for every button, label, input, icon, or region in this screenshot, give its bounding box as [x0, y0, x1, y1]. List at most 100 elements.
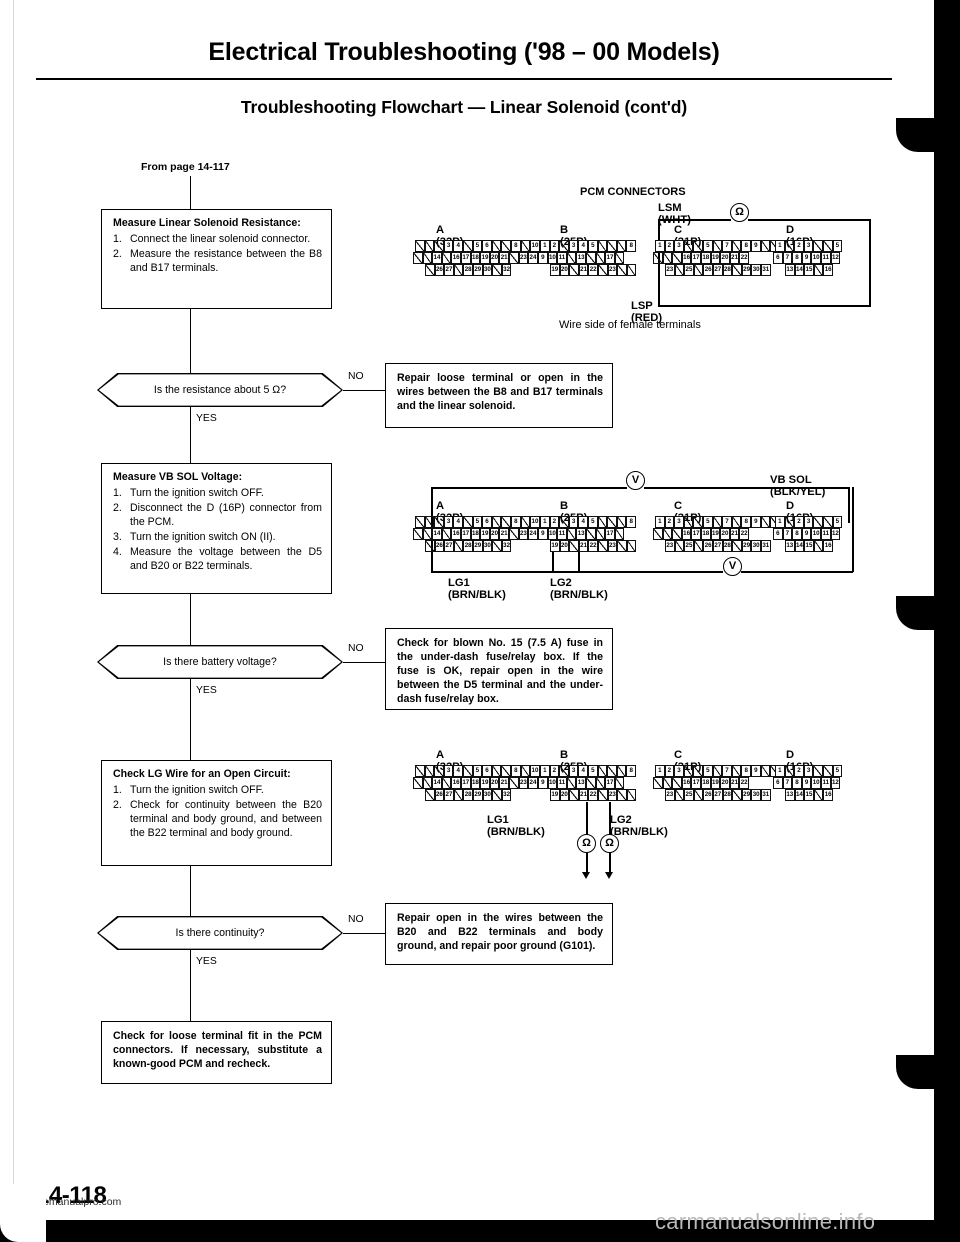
step-item: 1. Turn the ignition switch OFF.: [113, 783, 322, 797]
measurement-wire: [658, 305, 870, 307]
pin-cell: 9: [801, 252, 812, 264]
flow-connector-no: [343, 390, 385, 392]
pin-cell: 1: [540, 765, 550, 777]
pin-cell: 10: [530, 516, 540, 528]
pin-cell: 24: [528, 528, 538, 540]
pin-cell: 20: [559, 540, 570, 552]
pin-cell-blank: [463, 765, 473, 777]
pin-cell: 18: [701, 252, 711, 264]
step-item: 2. Disconnect the D (16P) connector from …: [113, 501, 322, 529]
pin-cell-blank: [674, 789, 685, 801]
pin-cell: 4: [453, 516, 463, 528]
pin-cell: 11: [821, 777, 831, 789]
flow-connector: [190, 950, 192, 1021]
pin-cell: 16: [681, 777, 692, 789]
pin-cell-blank: [672, 528, 682, 540]
pin-cell-blank: [422, 777, 433, 789]
pin-cell-blank: [653, 252, 663, 264]
pin-cell-blank: [617, 540, 627, 552]
step-item: 3. Turn the ignition switch ON (II).: [113, 530, 322, 544]
pin-cell: 30: [482, 540, 493, 552]
pin-cell-blank: [760, 516, 771, 528]
pin-cell: 17: [461, 252, 471, 264]
pin-cell: 23: [518, 777, 529, 789]
pin-cell: 22: [739, 528, 749, 540]
pin-cell-blank: [595, 777, 606, 789]
step-item-number: 2.: [113, 501, 122, 514]
measurement-wire: [431, 487, 627, 489]
pin-cell: 14: [794, 789, 805, 801]
pin-cell-blank: [586, 252, 596, 264]
pin-cell-blank: [732, 264, 742, 276]
pin-cell: 27: [713, 264, 723, 276]
pin-cell: 26: [434, 264, 445, 276]
pin-cell: 28: [463, 264, 473, 276]
lg1-label: LG1 (BRN/BLK): [487, 814, 545, 838]
pin-cell: 7: [782, 777, 793, 789]
pin-cell: 9: [538, 777, 548, 789]
pin-cell: 28: [722, 540, 733, 552]
pin-cell-blank: [674, 264, 685, 276]
page-edge-left: [0, 0, 14, 1242]
pin-cell: 1: [540, 516, 550, 528]
pin-cell: 8: [792, 528, 802, 540]
pin-cell-blank: [693, 264, 704, 276]
pin-cell: 26: [434, 540, 445, 552]
pin-cell: 22: [588, 540, 598, 552]
pin-cell-blank: [693, 540, 704, 552]
pin-cell: 10: [547, 528, 558, 540]
step-item-text: Turn the ignition switch ON (II).: [130, 530, 276, 543]
pin-cell: 4: [578, 516, 588, 528]
pin-cell-blank: [434, 516, 444, 528]
wire-side-caption: Wire side of female terminals: [559, 319, 701, 331]
pin-cell: 21: [729, 252, 740, 264]
header-divider: [36, 78, 892, 80]
pin-cell-blank: [813, 789, 824, 801]
pin-cell-blank: [492, 540, 502, 552]
pin-cell: 11: [557, 528, 567, 540]
pin-cell-blank: [653, 777, 663, 789]
pin-cell: 15: [804, 264, 814, 276]
pin-cell: 1: [775, 240, 785, 252]
lg1-label: LG1 (BRN/BLK): [448, 577, 506, 601]
pin-cell: 19: [480, 252, 490, 264]
pin-cell: 5: [832, 765, 843, 777]
ohmmeter-icon: Ω: [577, 834, 596, 853]
flow-connector: [190, 309, 192, 373]
page-header: Electrical Troubleshooting ('98 – 00 Mod…: [36, 38, 892, 118]
result-text: Check for loose terminal fit in the PCM …: [113, 1030, 322, 1071]
pin-cell-blank: [731, 516, 742, 528]
pin-cell-blank: [422, 252, 433, 264]
flow-connector: [190, 866, 192, 916]
pin-cell-blank: [501, 765, 511, 777]
pin-cell: 16: [681, 252, 692, 264]
pin-cell-blank: [501, 516, 511, 528]
pin-cell: 3: [803, 516, 814, 528]
lg2-label: LG2 (BRN/BLK): [610, 814, 668, 838]
pin-cell: 29: [741, 540, 752, 552]
pin-cell-blank: [422, 528, 433, 540]
pin-cell: 6: [482, 765, 492, 777]
pin-cell-blank: [598, 540, 608, 552]
pin-cell: 19: [480, 777, 490, 789]
pin-cell-blank: [492, 264, 502, 276]
pin-cell: 16: [823, 540, 833, 552]
flow-connector: [190, 594, 192, 645]
pin-cell-blank: [653, 528, 663, 540]
pin-cell: 23: [607, 540, 618, 552]
pin-cell: 22: [588, 264, 598, 276]
pin-cell: 2: [794, 765, 804, 777]
pin-cell: 8: [792, 252, 802, 264]
pin-cell: 28: [722, 789, 733, 801]
pin-cell-blank: [424, 516, 435, 528]
pin-cell: 22: [739, 777, 749, 789]
pin-cell-blank: [501, 240, 511, 252]
step-measure-resistance: Measure Linear Solenoid Resistance: 1. Co…: [101, 209, 332, 309]
step-item-number: 2.: [113, 247, 122, 260]
pin-cell-blank: [823, 765, 833, 777]
pin-cell: 2: [549, 516, 560, 528]
result-text: Check for blown No. 15 (7.5 A) fuse in t…: [397, 637, 603, 706]
pin-cell: 1: [775, 516, 785, 528]
pin-cell: 20: [720, 528, 730, 540]
pin-cell: 10: [811, 528, 821, 540]
